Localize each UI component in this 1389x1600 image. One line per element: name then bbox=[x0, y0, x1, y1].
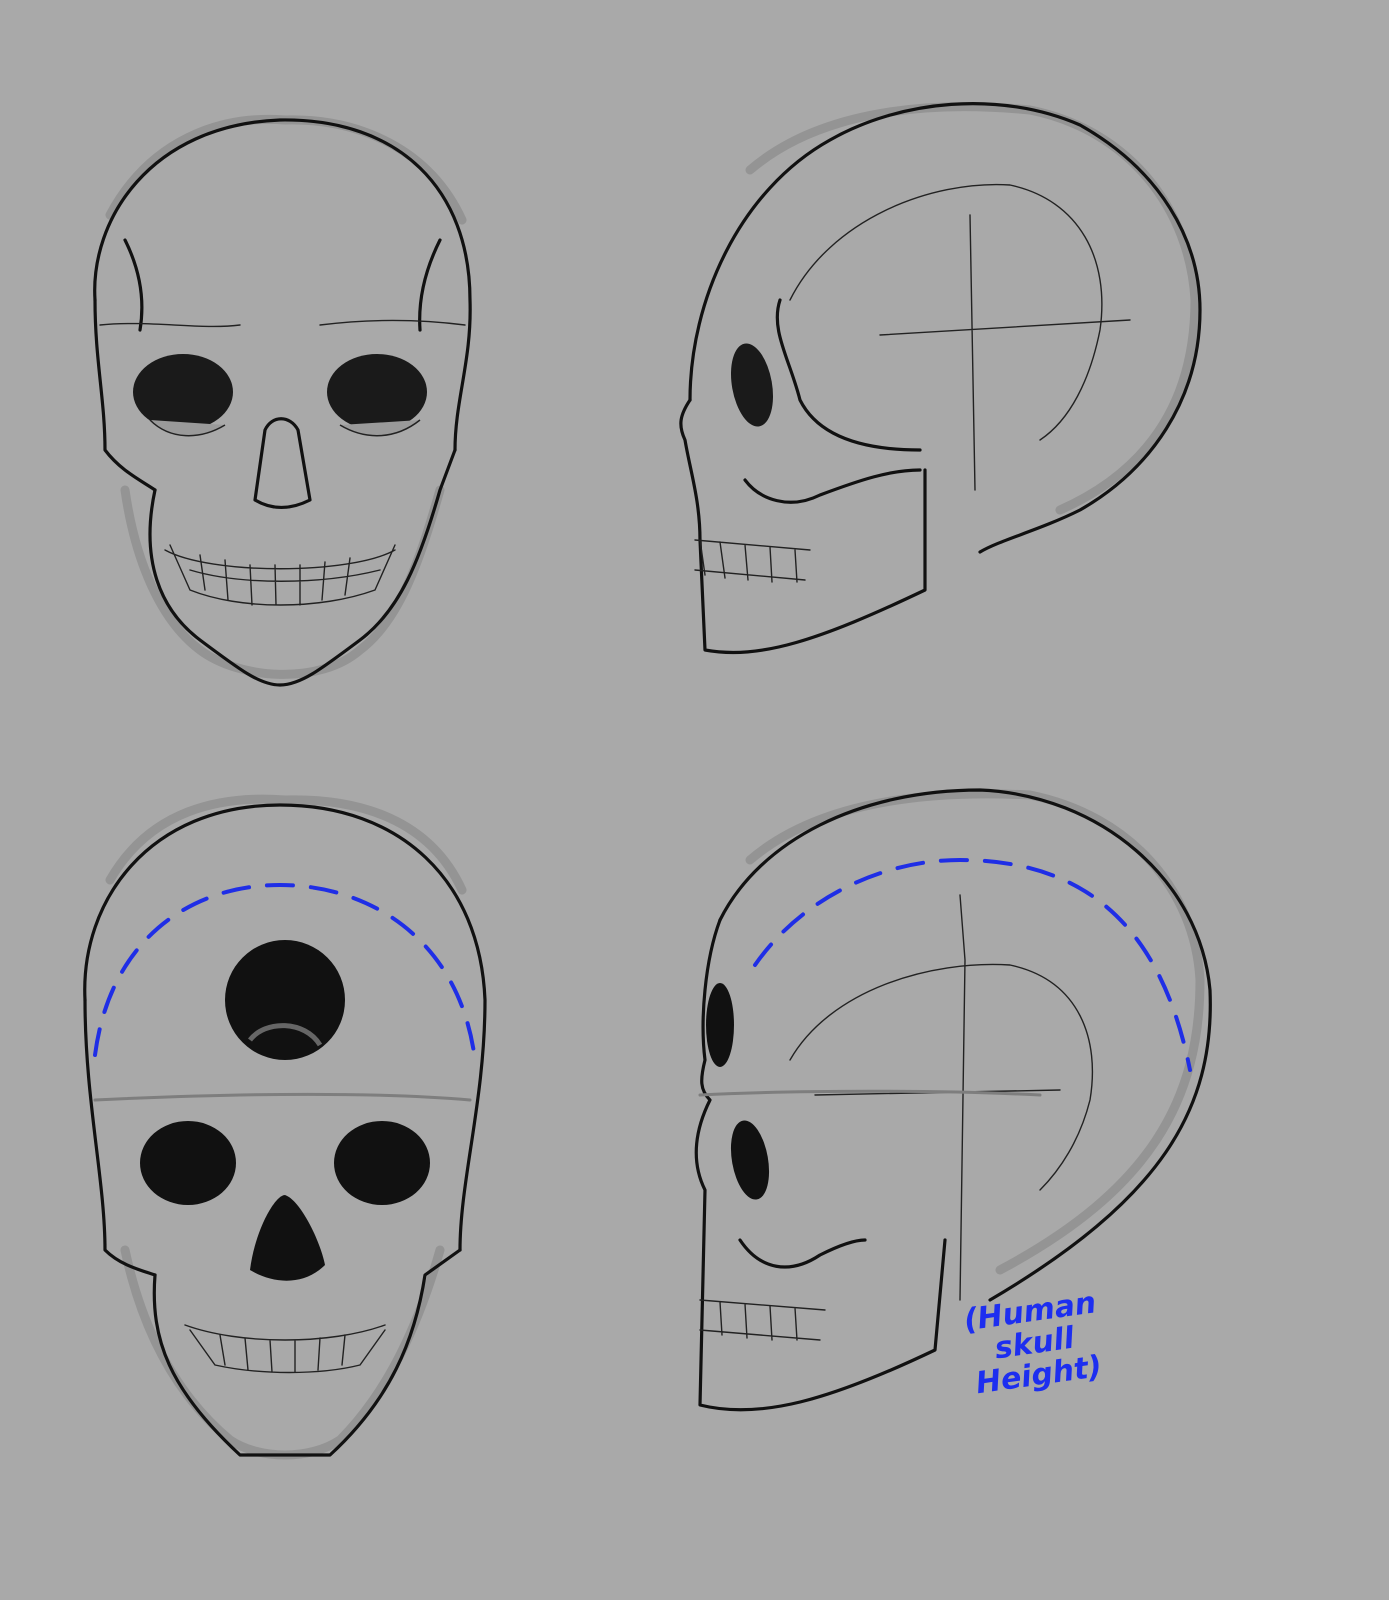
left-eye-socket bbox=[140, 1121, 236, 1205]
right-eye-socket bbox=[334, 1121, 430, 1205]
skull-side-third-eye bbox=[694, 788, 1212, 1412]
side-eye-socket bbox=[730, 1120, 770, 1200]
skull-side-view bbox=[679, 102, 1202, 655]
skull-drawings-canvas bbox=[83, 102, 1212, 1460]
nasal-cavity bbox=[250, 1195, 325, 1281]
side-eye-socket bbox=[730, 343, 774, 427]
skull-front-third-eye bbox=[83, 794, 487, 1460]
skull-front-view bbox=[93, 114, 472, 687]
right-eye-socket bbox=[327, 354, 427, 430]
skull-height-annotation: (Human skull Height) bbox=[962, 1285, 1107, 1401]
nasal-cavity bbox=[253, 417, 312, 510]
third-eye-socket-side bbox=[706, 983, 734, 1067]
left-eye-socket bbox=[133, 354, 233, 430]
third-eye-socket bbox=[225, 940, 345, 1060]
